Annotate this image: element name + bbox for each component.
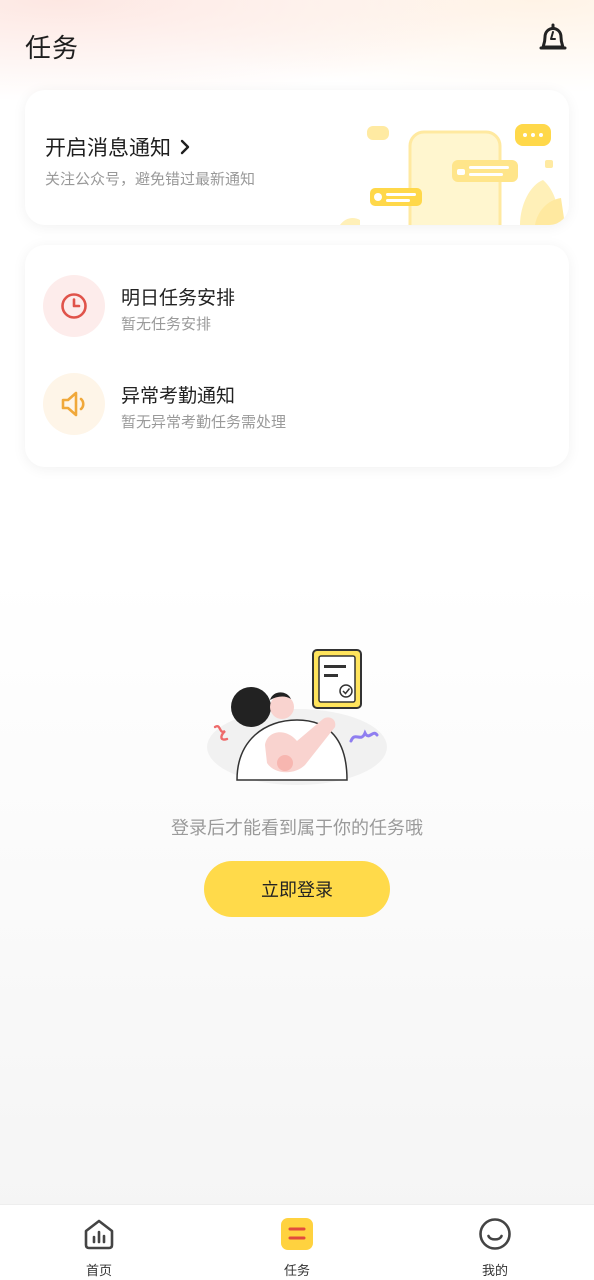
speaker-icon-badge [43, 373, 105, 435]
login-button[interactable]: 立即登录 [204, 861, 390, 917]
clock-icon [61, 293, 87, 319]
tab-home-label: 首页 [85, 1264, 112, 1279]
task-list-icon [281, 1218, 313, 1250]
page-title: 任务 [25, 34, 80, 64]
chevron-right-icon [180, 139, 190, 155]
task-row-attendance[interactable]: 异常考勤通知 暂无异常考勤任务需处理 [43, 373, 543, 437]
header: 任务 [0, 0, 594, 90]
task-row-tomorrow[interactable]: 明日任务安排 暂无任务安排 [43, 275, 543, 339]
task-subtitle: 暂无任务安排 [121, 315, 212, 333]
task-title: 明日任务安排 [121, 287, 236, 309]
notify-card[interactable]: 开启消息通知 关注公众号，避免错过最新通知 [25, 90, 569, 225]
tab-task-label: 任务 [283, 1264, 310, 1279]
tab-home[interactable]: 首页 [39, 1205, 159, 1280]
empty-state-illustration [207, 649, 387, 785]
notify-subtitle: 关注公众号，避免错过最新通知 [45, 170, 256, 188]
home-chart-icon [84, 1219, 114, 1250]
notify-title[interactable]: 开启消息通知 [45, 132, 191, 162]
clock-icon-badge [43, 275, 105, 337]
tab-me-label: 我的 [481, 1264, 508, 1279]
bottom-tab-bar: 首页 任务 我的 [0, 1204, 594, 1280]
task-summary-card: 明日任务安排 暂无任务安排 异常考勤通知 暂无异常考勤任务需处理 [25, 245, 569, 467]
task-subtitle: 暂无异常考勤任务需处理 [121, 413, 287, 431]
tab-me[interactable]: 我的 [435, 1205, 555, 1280]
empty-state-message: 登录后才能看到属于你的任务哦 [171, 818, 423, 839]
bell-icon[interactable] [536, 22, 570, 56]
notify-title-label: 开启消息通知 [45, 136, 171, 160]
phone-message-illustration [340, 124, 565, 225]
speaker-icon [61, 391, 85, 417]
tab-task[interactable]: 任务 [237, 1205, 357, 1280]
task-title: 异常考勤通知 [121, 385, 236, 407]
smile-icon [479, 1218, 511, 1250]
